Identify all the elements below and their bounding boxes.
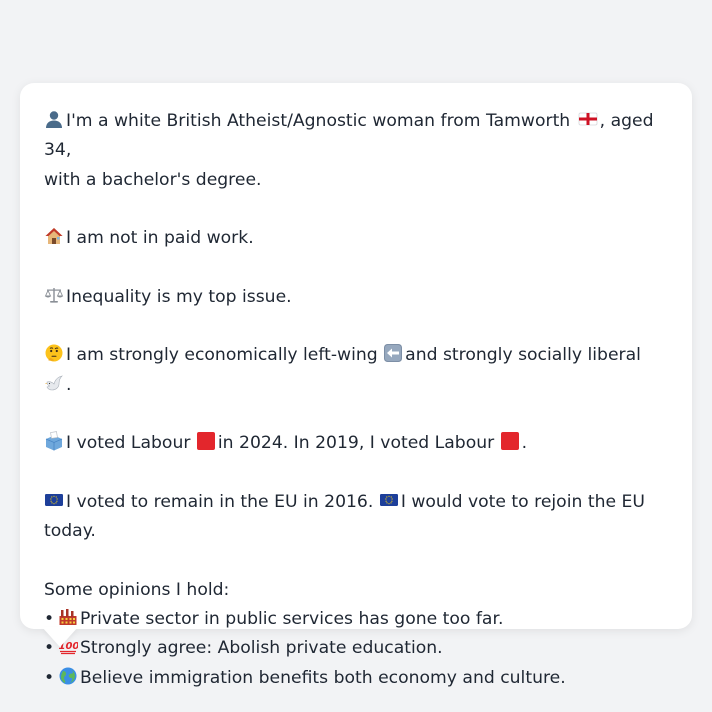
ideology-text-c: . xyxy=(66,374,72,395)
ballot-box-icon xyxy=(44,431,64,451)
eu-flag-icon xyxy=(44,490,64,510)
globe-icon xyxy=(58,666,78,686)
dove-icon xyxy=(44,373,64,393)
england-flag-icon xyxy=(578,109,598,129)
eu-text-a: I voted to remain in the EU in 2016. xyxy=(66,491,374,512)
person-silhouette-icon xyxy=(44,109,64,129)
list-item: • 100 Strongly agree: Abolish private ed… xyxy=(44,634,668,663)
opinion-text-2: Strongly agree: Abolish private educatio… xyxy=(80,638,443,659)
balance-scale-icon xyxy=(44,285,64,305)
list-item: • Believe immigration benefits both econ… xyxy=(44,664,668,693)
work-text: I am not in paid work. xyxy=(66,228,254,249)
ideology-text-a: I am strongly economically left-wing xyxy=(66,345,378,366)
opinion-text-1: Private sector in public services has go… xyxy=(80,609,504,630)
work-paragraph: I am not in paid work. xyxy=(44,224,668,253)
ideology-paragraph: I am strongly economically left-wing and… xyxy=(44,341,668,400)
factory-icon xyxy=(58,607,78,627)
vote-text-a: I voted Labour xyxy=(66,433,191,454)
ideology-text-b: and strongly socially liberal xyxy=(405,345,641,366)
opinions-section: Some opinions I hold: • Private sector i… xyxy=(44,576,668,693)
red-square-icon xyxy=(500,431,520,451)
identity-paragraph: I'm a white British Atheist/Agnostic wom… xyxy=(44,107,668,195)
persona-message-bubble: I'm a white British Atheist/Agnostic wom… xyxy=(20,83,692,688)
eu-paragraph: I voted to remain in the EU in 2016. I w… xyxy=(44,488,668,547)
bubble-tail xyxy=(42,627,78,647)
vote-text-b: in 2024. In 2019, I voted Labour xyxy=(217,433,495,454)
house-icon xyxy=(44,226,64,246)
bullet: • xyxy=(44,667,55,688)
left-arrow-icon xyxy=(383,343,403,363)
stage: I'm a white British Atheist/Agnostic wom… xyxy=(0,0,712,712)
opinions-heading: Some opinions I hold: xyxy=(44,579,230,600)
issue-paragraph: Inequality is my top issue. xyxy=(44,283,668,312)
opinions-list: • Private sector in public services has … xyxy=(44,605,668,693)
thinking-face-icon xyxy=(44,343,64,363)
opinion-text-3: Believe immigration benefits both econom… xyxy=(80,667,566,688)
vote-text-c: . xyxy=(521,433,528,454)
vote-paragraph: I voted Labour in 2024. In 2019, I voted… xyxy=(44,429,668,458)
identity-text-c: with a bachelor's degree. xyxy=(44,169,262,190)
eu-flag-icon xyxy=(379,490,399,510)
identity-text-a: I'm a white British Atheist/Agnostic wom… xyxy=(66,111,571,131)
list-item: • Private sector in public services has … xyxy=(44,605,668,634)
issue-text: Inequality is my top issue. xyxy=(66,286,292,307)
red-square-icon xyxy=(196,431,216,451)
